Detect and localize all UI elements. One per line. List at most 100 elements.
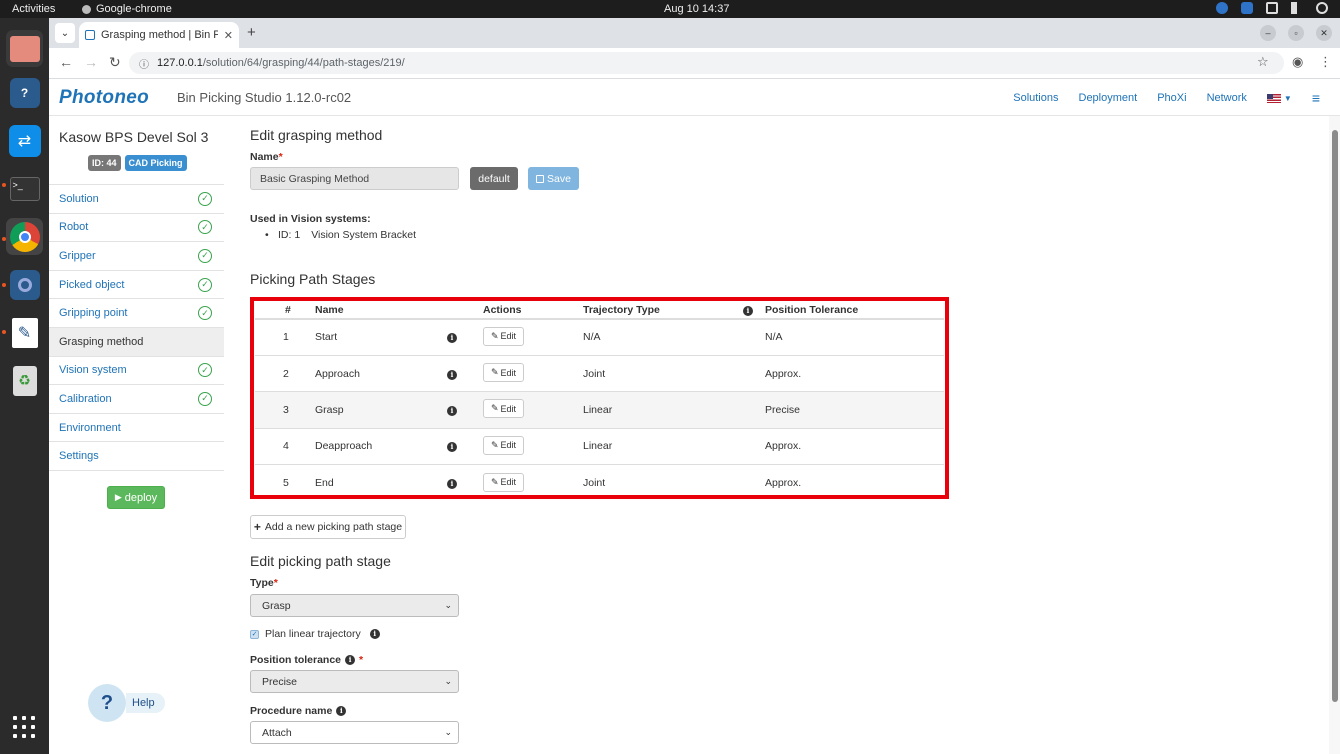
chevron-down-icon: ⌄ — [60, 27, 70, 39]
minimize-icon[interactable]: – — [1260, 25, 1276, 41]
plan-linear-label: Plan linear trajectory — [265, 628, 361, 640]
restore-icon[interactable]: ▫ — [1288, 25, 1304, 41]
dock-text-editor[interactable]: ✎ — [6, 314, 43, 351]
url-path: /solution/64/grasping/44/path-stages/219… — [202, 57, 405, 69]
favicon-icon — [85, 30, 95, 40]
sidebar-item-calibration[interactable]: Calibration ✓ — [49, 385, 224, 414]
tab-grasping-method[interactable]: Grasping method | Bin Pi ✕ — [79, 22, 239, 48]
page-scrollbar[interactable] — [1329, 116, 1340, 754]
new-tab-icon[interactable]: + — [247, 24, 256, 41]
volume-icon[interactable] — [1291, 2, 1303, 14]
tolerance-select[interactable]: Precise ⌄ — [250, 670, 459, 693]
default-button[interactable]: default — [470, 167, 518, 190]
profile-icon[interactable]: ◉ — [1292, 54, 1303, 70]
sidebar-item-vision-system[interactable]: Vision system ✓ — [49, 357, 224, 386]
info-icon[interactable]: i — [743, 305, 753, 316]
add-stage-button[interactable]: + Add a new picking path stage — [250, 515, 406, 539]
nav-network[interactable]: Network — [1207, 92, 1247, 104]
show-apps-icon[interactable] — [13, 716, 35, 738]
browser-menu-icon[interactable]: ⋮ — [1319, 54, 1332, 70]
sidebar-item-robot[interactable]: Robot ✓ — [49, 214, 224, 243]
save-button[interactable]: Save — [528, 167, 579, 190]
row-num: 4 — [255, 428, 309, 466]
name-input[interactable]: Basic Grasping Method — [250, 167, 459, 190]
dock-teamviewer[interactable]: ⇄ — [6, 122, 43, 159]
info-icon[interactable]: i — [447, 369, 457, 380]
highlighted-stages-table: # Name Actions Trajectory Type i Positio… — [250, 297, 949, 499]
info-icon[interactable]: i — [447, 405, 457, 416]
col-tolerance: Position Tolerance — [765, 301, 944, 320]
scrollbar-thumb[interactable] — [1332, 130, 1338, 702]
edit-button[interactable]: ✎ Edit — [483, 472, 525, 492]
dock-chrome[interactable] — [6, 218, 43, 255]
tab-search-button[interactable]: ⌄ — [55, 23, 75, 43]
dock-files[interactable] — [6, 30, 43, 67]
edit-button[interactable]: ✎ Edit — [483, 435, 525, 455]
sidebar-item-solution[interactable]: Solution ✓ — [49, 185, 224, 214]
info-icon[interactable]: i — [447, 333, 457, 344]
hamburger-menu-icon[interactable]: ≡ — [1312, 90, 1320, 106]
activities-button[interactable]: Activities — [12, 3, 55, 15]
type-select[interactable]: Grasp ⌄ — [250, 594, 459, 617]
help-button[interactable]: ? Help — [88, 684, 165, 722]
dock-trash[interactable]: ♻ — [6, 362, 43, 399]
edit-button-label: Edit — [500, 331, 517, 342]
edit-button[interactable]: ✎ Edit — [483, 326, 525, 346]
site-info-icon[interactable]: ⓘ — [139, 56, 149, 71]
power-icon[interactable] — [1316, 2, 1328, 14]
floppy-disk-icon — [536, 174, 545, 183]
sidebar-item-grasping-method[interactable]: Grasping method — [49, 327, 224, 357]
edit-button-label: Edit — [500, 367, 517, 378]
deploy-button[interactable]: ▶ deploy — [107, 486, 165, 509]
nav-deployment[interactable]: Deployment — [1079, 92, 1138, 104]
help-app-icon: ? — [9, 77, 40, 108]
app-menu-label: Google-chrome — [96, 3, 172, 15]
forward-icon[interactable]: → — [84, 54, 98, 70]
sidebar-item-label: Grasping method — [59, 335, 144, 348]
sidebar-item-gripper[interactable]: Gripper ✓ — [49, 242, 224, 271]
clock[interactable]: Aug 10 14:37 — [664, 3, 729, 15]
chat-tray-icon[interactable] — [1241, 2, 1253, 14]
procedure-select[interactable]: Attach ⌄ — [250, 721, 459, 744]
nav-phoxi[interactable]: PhoXi — [1157, 92, 1186, 104]
dock-terminal[interactable]: >_ — [6, 170, 43, 207]
info-icon[interactable]: i — [345, 655, 356, 665]
col-actions: Actions — [483, 301, 583, 320]
photoneo-logo[interactable]: Photoneo — [59, 87, 149, 109]
info-icon[interactable]: i — [447, 442, 457, 453]
info-icon[interactable]: i — [447, 479, 457, 489]
dock-phoxi[interactable] — [6, 266, 43, 303]
sidebar-item-label: Vision system — [59, 364, 127, 377]
back-icon[interactable]: ← — [59, 54, 73, 70]
plan-linear-checkbox[interactable]: ✓ — [250, 629, 259, 639]
info-icon[interactable]: i — [369, 629, 380, 639]
plus-icon: + — [253, 520, 261, 534]
vision-system-name: Vision System Bracket — [311, 229, 417, 241]
teamviewer-tray-icon[interactable] — [1216, 2, 1228, 14]
nav-solutions[interactable]: Solutions — [1013, 92, 1058, 104]
dock-help[interactable]: ? — [6, 74, 43, 111]
edit-button[interactable]: ✎ Edit — [483, 363, 525, 383]
close-tab-icon[interactable]: ✕ — [224, 29, 233, 42]
language-select[interactable]: ▼ — [1266, 93, 1292, 103]
row-num: 3 — [255, 391, 309, 429]
app-menu[interactable]: Google-chrome — [82, 3, 172, 15]
vision-system-list-item: ID: 1 Vision System Bracket — [265, 229, 417, 241]
sidebar-item-settings[interactable]: Settings — [49, 442, 224, 471]
col-trajectory: Trajectory Type — [583, 301, 743, 320]
system-top-bar: Activities Google-chrome Aug 10 14:37 — [0, 0, 1340, 18]
close-window-icon[interactable]: ✕ — [1316, 25, 1332, 41]
info-icon[interactable]: i — [336, 706, 347, 716]
row-name: Grasp — [309, 391, 438, 429]
stage-editor-title: Edit picking path stage — [250, 553, 391, 569]
reload-icon[interactable]: ↻ — [109, 54, 121, 71]
edit-button[interactable]: ✎ Edit — [483, 399, 525, 419]
system-tray[interactable] — [1216, 2, 1328, 14]
address-bar[interactable]: ⓘ 127.0.0.1/solution/64/grasping/44/path… — [129, 52, 1284, 74]
network-icon[interactable] — [1266, 2, 1278, 14]
sidebar-item-environment[interactable]: Environment — [49, 414, 224, 443]
check-circle-icon: ✓ — [198, 306, 212, 321]
sidebar-item-picked-object[interactable]: Picked object ✓ — [49, 271, 224, 300]
sidebar-item-gripping-point[interactable]: Gripping point ✓ — [49, 299, 224, 328]
bookmark-star-icon[interactable]: ☆ — [1257, 54, 1269, 70]
